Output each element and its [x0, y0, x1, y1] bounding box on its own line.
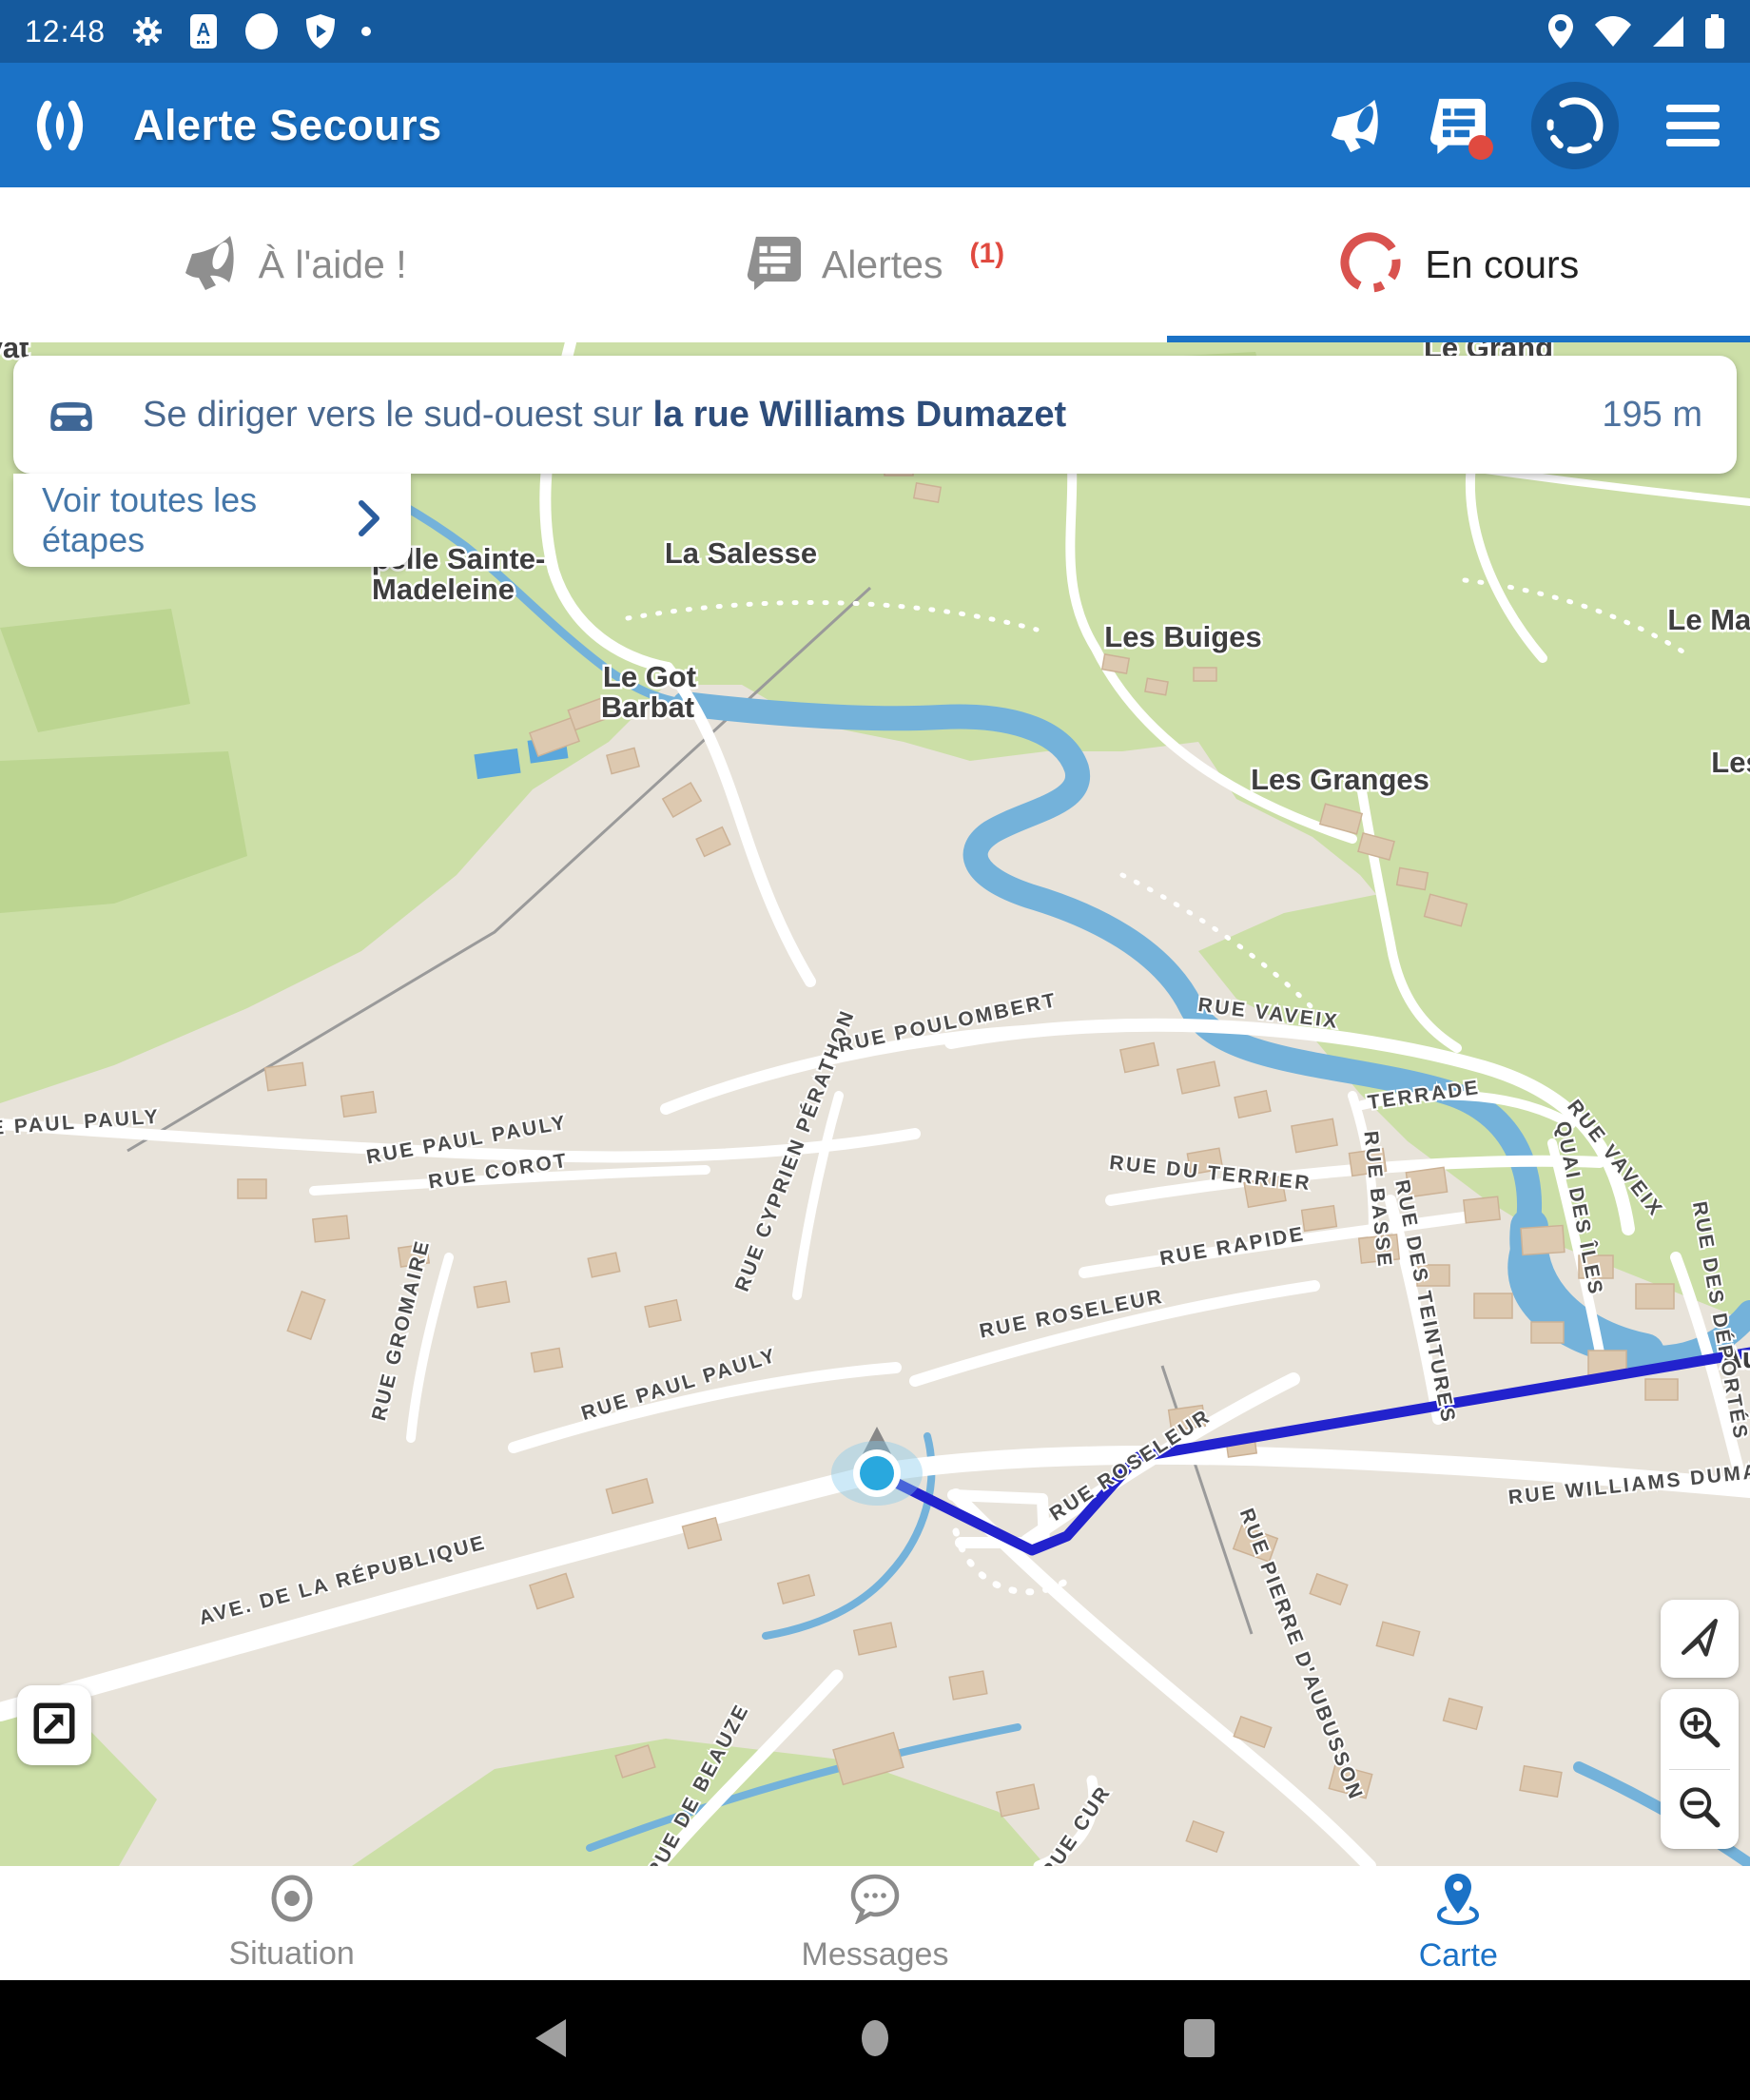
- status-right: [1546, 13, 1725, 49]
- battery-icon: [1704, 13, 1725, 49]
- bottom-nav-carte[interactable]: Carte: [1167, 1866, 1750, 1980]
- zoom-out-icon: [1674, 1781, 1725, 1838]
- tab-bar: À l'aide ! Alertes (1) En cours: [0, 187, 1750, 342]
- steps-label: Voir toutes les étapes: [42, 480, 358, 560]
- autofill-icon: A: [189, 13, 218, 49]
- expand-icon: [30, 1700, 78, 1752]
- svg-text:Les Granges: Les Granges: [1251, 763, 1429, 796]
- recents-icon[interactable]: [1180, 2017, 1218, 2064]
- status-left: 12:48 A: [25, 12, 372, 50]
- android-navigation-bar: [0, 1980, 1750, 2100]
- notification-badge: [1468, 135, 1493, 160]
- bottom-nav-label: Messages: [802, 1936, 949, 1974]
- svg-text:Barbat: Barbat: [601, 690, 694, 724]
- bottom-nav-situation[interactable]: Situation: [0, 1866, 583, 1980]
- tab-label: Alertes: [822, 243, 943, 287]
- zoom-controls: [1661, 1689, 1739, 1849]
- back-icon[interactable]: [532, 2017, 570, 2064]
- zoom-in-icon: [1674, 1701, 1725, 1758]
- navigation-instruction-card: Se diriger vers le sud-ouest sur la rue …: [13, 356, 1737, 474]
- alerts-chat-icon[interactable]: [1427, 95, 1488, 156]
- app-title: Alerte Secours: [133, 101, 442, 150]
- map-canvas: Le Grand La Salesse Le Got Barbat pelle …: [0, 342, 1750, 1866]
- bottom-navigation: Situation Messages Carte: [0, 1866, 1750, 1980]
- instruction-text: Se diriger vers le sud-ouest sur la rue …: [143, 395, 1066, 436]
- svg-text:La Salesse: La Salesse: [665, 536, 817, 570]
- map-pin-icon: [1433, 1872, 1483, 1930]
- map[interactable]: Le Grand La Salesse Le Got Barbat pelle …: [0, 342, 1750, 1866]
- wifi-icon: [1594, 15, 1632, 48]
- menu-icon[interactable]: [1662, 95, 1723, 156]
- active-tab-indicator: [1167, 336, 1750, 342]
- megaphone-icon[interactable]: [1322, 95, 1383, 156]
- dot-icon: [360, 26, 372, 37]
- screen: 12:48 A: [0, 0, 1750, 2100]
- record-icon: [243, 12, 281, 50]
- bottom-nav-label: Situation: [229, 1935, 355, 1973]
- svg-text:Madeleine: Madeleine: [372, 573, 515, 606]
- expand-map-button[interactable]: [17, 1685, 91, 1765]
- svg-text:Le Got: Le Got: [603, 660, 696, 693]
- status-time: 12:48: [25, 14, 106, 49]
- tab-label: En cours: [1425, 243, 1579, 287]
- car-icon: [44, 385, 99, 445]
- bottom-nav-messages[interactable]: Messages: [583, 1866, 1166, 1980]
- gear-icon: [130, 14, 165, 49]
- location-pin-icon: [1546, 13, 1575, 49]
- status-bar: 12:48 A: [0, 0, 1750, 63]
- megaphone-icon: [177, 232, 238, 298]
- svg-text:Les Buiges: Les Buiges: [1104, 620, 1261, 653]
- app-bar: Alerte Secours: [0, 63, 1750, 187]
- alerts-chat-icon: [746, 233, 801, 297]
- zoom-in-button[interactable]: [1661, 1690, 1739, 1769]
- instruction-distance: 195 m: [1602, 395, 1702, 436]
- appbar-icons: [1322, 82, 1723, 169]
- progress-spinner-icon: [1337, 229, 1404, 301]
- instruction-road: la rue Williams Dumazet: [652, 395, 1066, 435]
- svg-text:Le Marc: Le Marc: [1667, 603, 1750, 636]
- shield-play-icon: [305, 13, 336, 49]
- zoom-out-button[interactable]: [1661, 1770, 1739, 1849]
- chevron-right-icon: [358, 499, 382, 542]
- svg-text:Les: Les: [1711, 746, 1750, 779]
- app-logo-icon: [27, 92, 93, 159]
- situation-target-icon: [267, 1874, 317, 1928]
- tab-alert-count: (1): [969, 238, 1004, 270]
- tab-alertes[interactable]: Alertes (1): [583, 187, 1166, 342]
- tab-en-cours[interactable]: En cours: [1167, 187, 1750, 342]
- recenter-compass-button[interactable]: [1661, 1600, 1739, 1678]
- navigate-arrow-icon: [1674, 1611, 1725, 1667]
- all-steps-link[interactable]: Voir toutes les étapes: [13, 474, 411, 567]
- tab-a-laide[interactable]: À l'aide !: [0, 187, 583, 342]
- tab-label: À l'aide !: [259, 243, 407, 287]
- bottom-nav-label: Carte: [1419, 1937, 1498, 1974]
- svg-text:A: A: [197, 20, 210, 41]
- signal-icon: [1651, 15, 1685, 48]
- home-icon[interactable]: [855, 2016, 895, 2065]
- spinner-icon[interactable]: [1531, 82, 1619, 169]
- messages-bubble-icon: [848, 1873, 902, 1929]
